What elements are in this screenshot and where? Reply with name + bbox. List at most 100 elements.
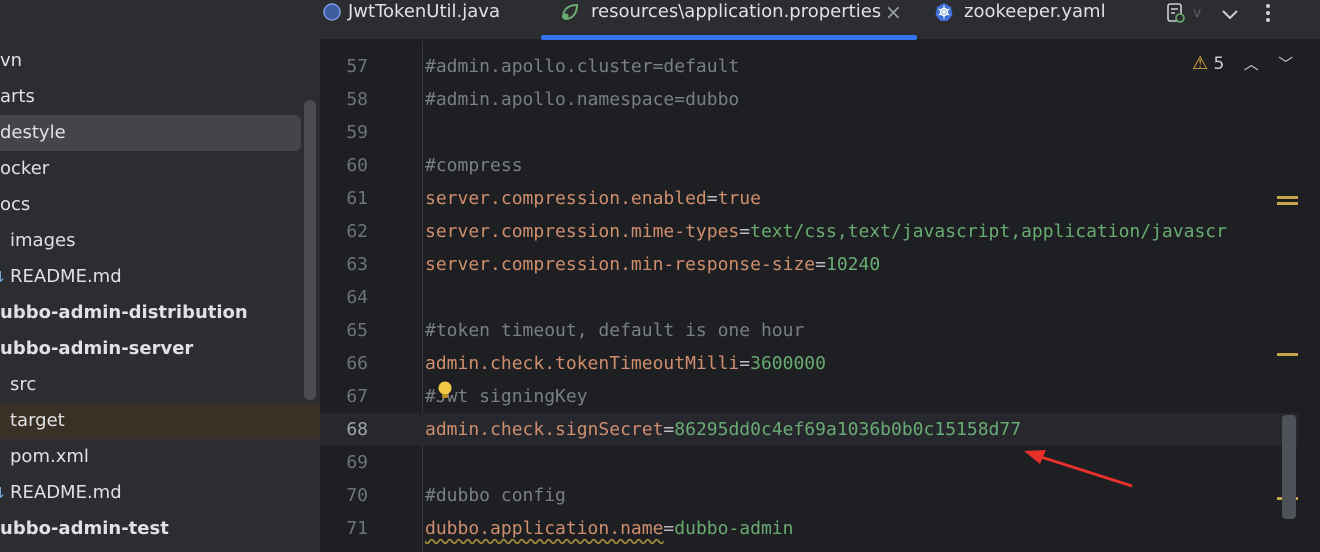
code-line[interactable]: 61 server.compression.enabled=true (320, 182, 1298, 215)
code-token-key: server.compression.mime-types (425, 221, 740, 242)
tree-item-selected[interactable]: destyle (0, 115, 301, 151)
recent-files-icon[interactable] (1165, 2, 1187, 24)
tree-item-module[interactable]: ubbo-admin-server (0, 331, 320, 367)
tab-zookeeper-yaml[interactable]: zookeeper.yaml (934, 0, 1134, 40)
line-number[interactable]: 58 (320, 83, 368, 116)
markdown-icon: ↓ (0, 484, 7, 502)
code-token-eq: = (706, 188, 718, 209)
line-number[interactable]: 63 (320, 248, 368, 281)
code-line[interactable]: 63 server.compression.min-response-size=1… (320, 248, 1298, 281)
kubernetes-icon (935, 3, 953, 21)
tree-item[interactable]: ocker (0, 151, 320, 187)
code-text: #dubbo config (425, 479, 566, 512)
code-token-comment: #dubbo config (425, 485, 566, 506)
close-icon[interactable]: × (885, 0, 902, 24)
code-token-comment: #admin.apollo.cluster=default (425, 56, 740, 77)
code-line[interactable]: 65 #token timeout, default is one hour (320, 314, 1298, 347)
line-number[interactable]: 71 (320, 512, 368, 545)
line-number[interactable]: 66 (320, 347, 368, 380)
tree-scrollbar[interactable] (304, 100, 316, 400)
code-line[interactable]: 62 server.compression.mime-types=text/css… (320, 215, 1298, 248)
code-text: admin.check.tokenTimeoutMilli=3600000 (425, 347, 826, 380)
chevron-down-icon[interactable] (1220, 4, 1240, 24)
code-text: server.compression.enabled=true (425, 182, 761, 215)
line-number[interactable]: 69 (320, 446, 368, 479)
code-line[interactable]: 70 #dubbo config (320, 479, 1298, 512)
code-token-val: dubbo-admin (674, 518, 794, 539)
tree-item-label: ocs (0, 194, 31, 215)
line-number[interactable]: 60 (320, 149, 368, 182)
tree-item[interactable]: ↓ README.md (0, 475, 320, 511)
line-number[interactable]: 61 (320, 182, 368, 215)
code-token-val: 10240 (825, 254, 881, 275)
more-options-icon[interactable] (1258, 2, 1278, 24)
code-token-val: 86295dd0c4ef69a1036b0b0c15158d77 (674, 419, 1022, 440)
tree-item-label: images (10, 230, 76, 251)
project-tree: vn arts destyle ocker ocs )images ↓READM… (0, 0, 320, 552)
code-line[interactable]: 60 #compress (320, 149, 1298, 182)
tab-actions: v (1165, 0, 1315, 30)
code-line[interactable]: 64 (320, 281, 1298, 314)
code-line[interactable]: 66 admin.check.tokenTimeoutMilli=3600000 (320, 347, 1298, 380)
tree-item[interactable]: )images (0, 223, 320, 259)
editor-scrollbar[interactable] (1282, 415, 1296, 519)
code-token-key: admin.check.signSecret (425, 419, 664, 440)
line-number[interactable]: 57 (320, 50, 368, 83)
tree-item-excluded[interactable]: )target (0, 403, 320, 439)
scroll-marker[interactable] (1277, 202, 1298, 205)
line-number[interactable]: 62 (320, 215, 368, 248)
scroll-marker[interactable] (1277, 353, 1298, 356)
lightbulb-icon[interactable] (437, 381, 453, 401)
code-text: server.compression.mime-types=text/css,t… (425, 215, 1227, 248)
code-editor[interactable]: 57 #admin.apollo.cluster=default 58 #admin.… (320, 41, 1320, 552)
code-token-comment: #admin.apollo.namespace=dubbo (425, 89, 740, 110)
line-number[interactable]: 67 (320, 380, 368, 413)
code-text: admin.check.signSecret=86295dd0c4ef69a10… (425, 413, 1021, 446)
code-line-current[interactable]: 68 admin.check.signSecret=86295dd0c4ef69a… (320, 413, 1298, 446)
chevron-up-icon[interactable]: ︿ (1244, 55, 1259, 73)
tree-item[interactable]: /pom.xml (0, 439, 320, 475)
tree-item-label: target (10, 410, 65, 431)
code-token-key: dubbo.application.name (425, 518, 664, 539)
code-line[interactable]: 57 #admin.apollo.cluster=default (320, 50, 1298, 83)
markdown-icon: ↓ (0, 268, 7, 286)
line-number[interactable]: 59 (320, 116, 368, 149)
code-text: #compress (425, 149, 523, 182)
tree-item-module[interactable]: ubbo-admin-test (0, 511, 320, 547)
code-token-val: 3600000 (750, 353, 826, 374)
line-number[interactable]: 70 (320, 479, 368, 512)
tree-item-label: README.md (10, 482, 122, 503)
tree-item[interactable]: )src (0, 367, 320, 403)
code-token-eq: = (663, 518, 675, 539)
tree-item-label: vn (0, 50, 23, 71)
scroll-marker[interactable] (1277, 196, 1298, 199)
tab-label: resources\application.properties (591, 1, 882, 22)
tree-item[interactable]: vn (0, 43, 320, 79)
tree-item-module[interactable]: ubbo-admin-distribution (0, 295, 320, 331)
java-class-icon (323, 3, 341, 21)
inspection-widget[interactable]: ⚠ 5 ︿ ﹀ (1192, 53, 1293, 74)
line-number[interactable]: 65 (320, 314, 368, 347)
code-token-val: text/css,text/javascript,application/jav… (750, 221, 1227, 242)
tree-item[interactable]: arts (0, 79, 320, 115)
code-token-eq: = (739, 221, 751, 242)
code-token-key: server.compression.min-response-size (425, 254, 816, 275)
tree-item-label: destyle (0, 122, 66, 143)
tree-item-label: README.md (10, 266, 122, 287)
line-number[interactable]: 64 (320, 281, 368, 314)
code-line[interactable]: 71 dubbo.application.name=dubbo-admin (320, 512, 1298, 545)
tree-item[interactable]: ↓ README.md (0, 259, 320, 295)
tab-application-properties[interactable]: resources\application.properties × (560, 0, 920, 40)
code-token-comment: #token timeout, default is one hour (425, 320, 805, 341)
code-line[interactable]: 69 (320, 446, 1298, 479)
code-line[interactable]: 67 #Jwt signingKey (320, 380, 1298, 413)
line-number[interactable]: 68 (320, 413, 368, 446)
code-line[interactable]: 58 #admin.apollo.namespace=dubbo (320, 83, 1298, 116)
code-token-comment: #compress (425, 155, 523, 176)
tab-jwt-token-util[interactable]: JwtTokenUtil.java (320, 0, 520, 40)
chevron-down-icon[interactable]: ﹀ (1278, 55, 1293, 73)
tree-item[interactable]: ocs (0, 187, 320, 223)
tree-item-label: ubbo-admin-test (0, 518, 169, 539)
code-text: #admin.apollo.namespace=dubbo (425, 83, 739, 116)
code-line[interactable]: 59 (320, 116, 1298, 149)
